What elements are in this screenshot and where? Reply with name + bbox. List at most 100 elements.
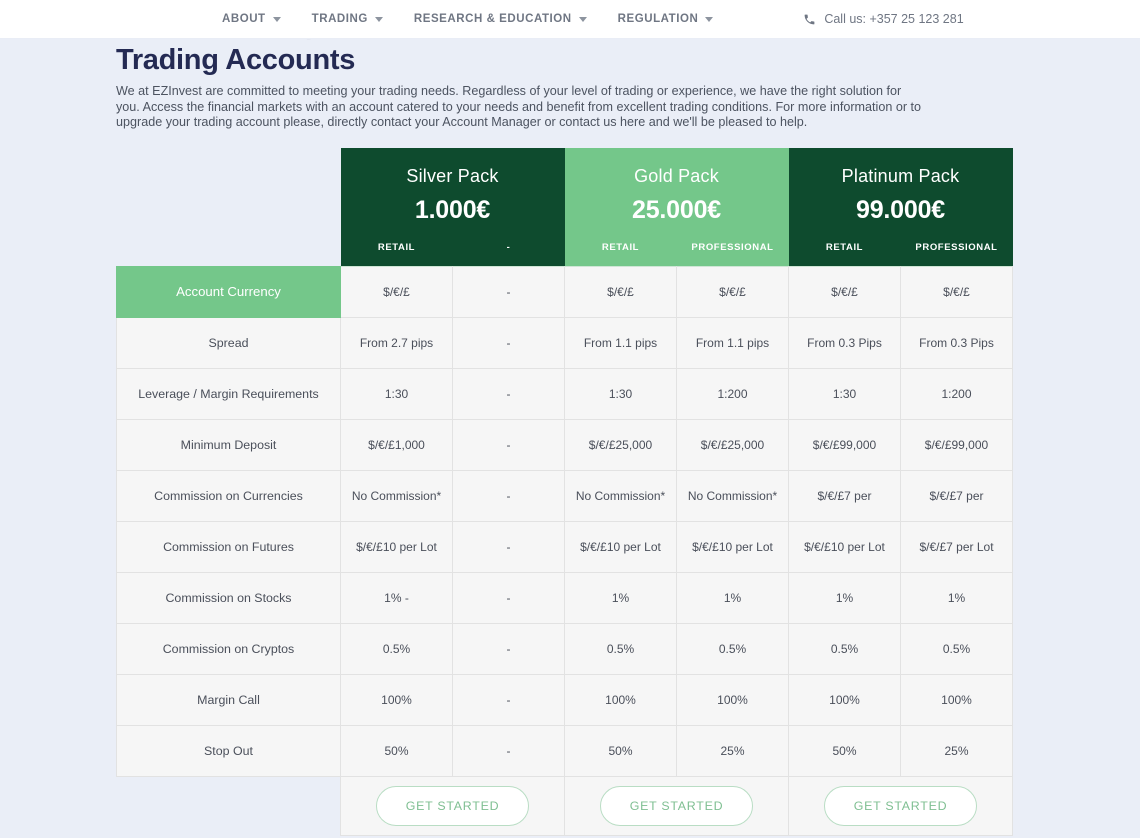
table-cell: $/€/£ <box>788 265 901 318</box>
table-cell: - <box>452 622 565 675</box>
table-cell: 0.5% <box>900 622 1013 675</box>
table-row: Spread From 2.7 pips - From 1.1 pips From 1.… <box>116 316 1013 369</box>
table-cell: 0.5% <box>676 622 789 675</box>
table-cell: $/€/£99,000 <box>788 418 901 471</box>
table-row: Leverage / Margin Requirements 1:30-1:30 1… <box>116 367 1013 420</box>
row-label: Minimum Deposit <box>116 418 341 471</box>
row-label: Leverage / Margin Requirements <box>116 367 341 420</box>
table-cell: $/€/£10 per Lot <box>788 520 901 573</box>
table-cell: 1% <box>788 571 901 624</box>
table-cell: 1% <box>676 571 789 624</box>
nav-item-research-education[interactable]: RESEARCH & EDUCATION <box>414 13 587 25</box>
table-cell: $/€/£ <box>900 265 1013 318</box>
pack-price: 99.000€ <box>856 196 945 224</box>
pack-tier-row: RETAIL - <box>341 242 565 253</box>
pack-header-platinum-pack: Platinum Pack 99.000€ RETAIL PROFESSIONAL <box>788 148 1013 266</box>
table-cell: $/€/£ <box>676 265 789 318</box>
table-cell: $/€/£25,000 <box>676 418 789 471</box>
table-cell: 1% - <box>340 571 453 624</box>
nav-item-regulation[interactable]: REGULATION <box>618 13 714 25</box>
get-started-button-silver-pack[interactable]: GET STARTED <box>376 785 529 826</box>
pack-tier-retail: RETAIL <box>601 242 640 253</box>
table-cell: From 1.1 pips <box>564 316 677 369</box>
table-cell: 0.5% <box>788 622 901 675</box>
table-head: Silver Pack 1.000€ RETAIL - Gold Pack 25.000€… <box>116 148 1013 266</box>
row-label: Commission on Stocks <box>116 571 341 624</box>
pricing-table: Silver Pack 1.000€ RETAIL - Gold Pack 25.000€… <box>116 148 1013 836</box>
pack-tier-retail: RETAIL <box>377 242 416 253</box>
nav-item-label: RESEARCH & EDUCATION <box>413 13 572 25</box>
header-spacer-cell <box>116 148 341 266</box>
table-cell: $/€/£ <box>340 265 453 318</box>
cta-cell: GET STARTED <box>340 775 565 836</box>
table-row: Margin Call 100% -100% 100% 100% 100% <box>116 673 1013 726</box>
page-root: Accounts catered to your needs ABOUTTRAD… <box>0 0 1140 838</box>
table-cell: - <box>452 418 565 471</box>
table-cell: 100% <box>564 673 677 726</box>
cta-row: GET STARTED GET STARTED GET STARTED <box>116 775 1013 836</box>
table-cell: 1% <box>564 571 677 624</box>
pack-name: Silver Pack <box>406 166 499 186</box>
table-cell: - <box>452 673 565 726</box>
get-started-button-gold-pack[interactable]: GET STARTED <box>600 785 753 826</box>
chevron-down-icon <box>578 16 587 22</box>
table-cell: 1:30 <box>564 367 677 420</box>
table-cell: - <box>452 469 565 522</box>
chevron-down-icon <box>272 16 281 22</box>
pack-price: 25.000€ <box>632 196 721 224</box>
row-label: Stop Out <box>116 724 341 777</box>
pack-price: 1.000€ <box>414 196 491 224</box>
row-label: Commission on Futures <box>116 520 341 573</box>
page-intro-text: We at EZInvest are committed to meeting … <box>116 84 922 130</box>
table-cell: 100% <box>676 673 789 726</box>
table-cell: From 0.3 Pips <box>900 316 1013 369</box>
table-cell: $/€/£25,000 <box>564 418 677 471</box>
get-started-button-platinum-pack[interactable]: GET STARTED <box>824 785 977 826</box>
pack-tier-row: RETAIL PROFESSIONAL <box>565 242 789 253</box>
pack-header-row: Silver Pack 1.000€ RETAIL - Gold Pack 25.000€… <box>116 148 1013 266</box>
table-body: Account Currency $/€/£ - $/€/£ $/€/£ $/€/£ $/€… <box>116 265 1013 777</box>
table-cell: 100% <box>788 673 901 726</box>
nav-item-label: TRADING <box>311 13 368 25</box>
table-cell: 100% <box>900 673 1013 726</box>
cta-cell: GET STARTED <box>564 775 789 836</box>
table-cell: $/€/£1,000 <box>340 418 453 471</box>
table-cell: No Commission* <box>564 469 677 522</box>
cta-spacer-cell <box>116 776 341 835</box>
table-cell: - <box>452 367 565 420</box>
pack-tier-professional: - <box>506 242 511 253</box>
pack-header-gold-pack: Gold Pack 25.000€ RETAIL PROFESSIONAL <box>564 148 789 266</box>
table-cell: From 1.1 pips <box>676 316 789 369</box>
cta-cell: GET STARTED <box>788 775 1013 836</box>
table-cell: $/€/£7 per Lot <box>900 520 1013 573</box>
nav-item-label: ABOUT <box>222 13 266 25</box>
table-cell: - <box>452 316 565 369</box>
top-navigation-bar: ABOUT TRADING RESEARCH & EDUCATION REGULATI… <box>0 0 1140 39</box>
table-cell: 1:30 <box>340 367 453 420</box>
pack-name: Platinum Pack <box>841 166 960 186</box>
table-cell: $/€/£10 per Lot <box>676 520 789 573</box>
table-cell: 50% <box>340 724 453 777</box>
chevron-down-icon <box>705 16 714 22</box>
row-label: Spread <box>116 316 341 369</box>
row-label: Margin Call <box>116 673 341 726</box>
nav-item-trading[interactable]: TRADING <box>312 13 383 25</box>
table-cell: From 0.3 Pips <box>788 316 901 369</box>
nav-item-about[interactable]: ABOUT <box>222 13 281 25</box>
table-cell: 0.5% <box>564 622 677 675</box>
table-cell: 100% <box>340 673 453 726</box>
table-cell: - <box>452 265 565 318</box>
pack-tier-professional: PROFESSIONAL <box>691 242 774 253</box>
table-cell: 0.5% <box>340 622 453 675</box>
pack-tier-retail: RETAIL <box>825 242 864 253</box>
nav-menu: ABOUT TRADING RESEARCH & EDUCATION REGULATI… <box>222 13 714 25</box>
table-row: Commission on Stocks 1% - -1% 1% 1% 1% <box>116 571 1013 624</box>
phone-icon <box>804 14 815 24</box>
table-cell: $/€/£7 per <box>788 469 901 522</box>
table-cell: 1:200 <box>676 367 789 420</box>
page-title: Trading Accounts <box>116 44 356 76</box>
call-us-block[interactable]: Call us: +357 25 123 281 <box>803 12 964 26</box>
table-cell: $/€/£7 per <box>900 469 1013 522</box>
nav-item-label: REGULATION <box>617 13 699 25</box>
table-cell: 50% <box>564 724 677 777</box>
